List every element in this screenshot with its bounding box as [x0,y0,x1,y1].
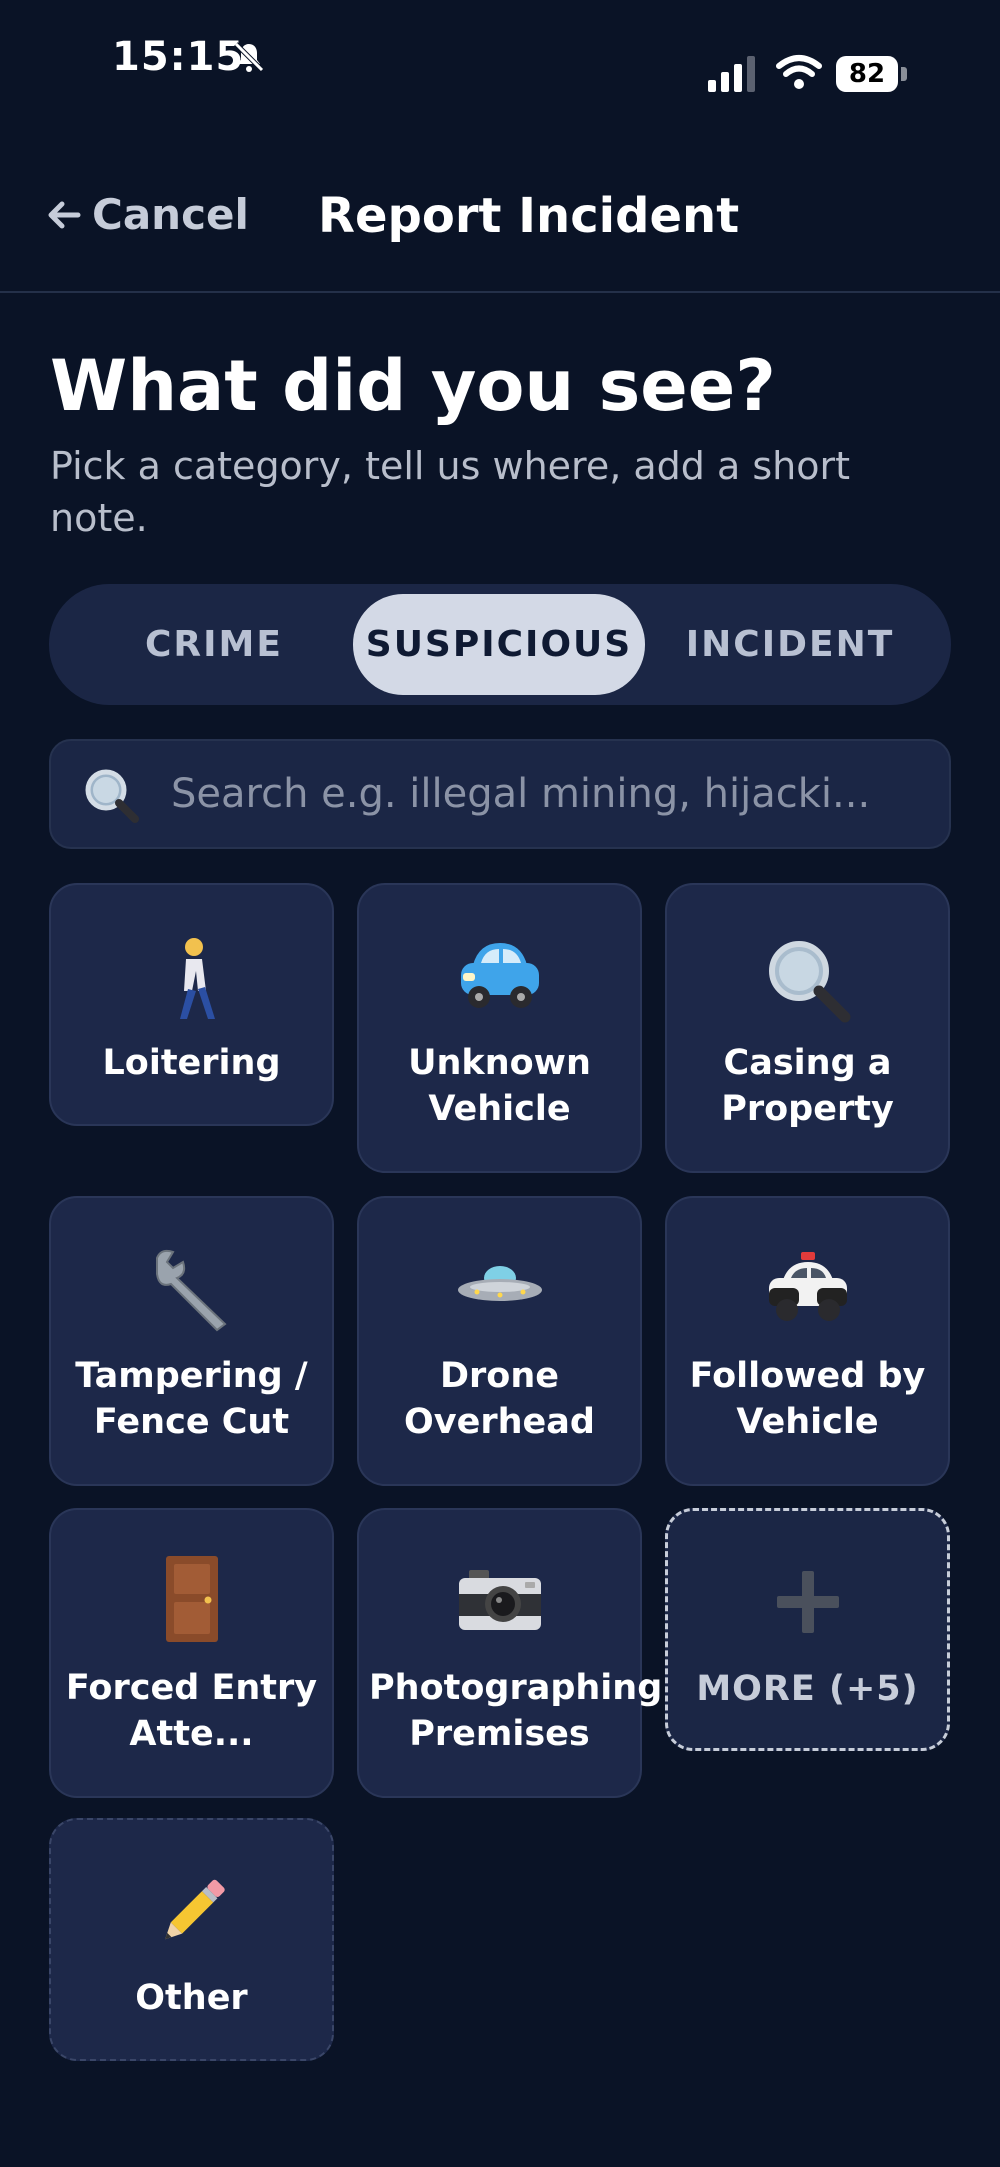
instructions-text: Pick a category, tell us where, add a sh… [50,444,851,540]
more-categories-button[interactable]: MORE (+5) [665,1508,950,1751]
cancel-button[interactable]: Cancel [46,190,249,239]
status-bar: 15:15 82 [0,0,1000,120]
category-followed-by-vehicle[interactable]: Followed by Vehicle [665,1196,950,1486]
more-label: MORE (+5) [696,1669,919,1709]
category-label: Followed by Vehicle [689,1356,926,1442]
battery-indicator: 82 [836,56,908,92]
arrow-left-icon [48,201,81,228]
category-other[interactable]: Other [49,1818,334,2061]
wrench-icon [51,1244,332,1334]
battery-level: 82 [836,56,898,92]
plus-icon [668,1567,947,1637]
magnifier-icon [667,935,948,1025]
category-label: Loitering [102,1043,281,1083]
category-label: Tampering / Fence Cut [75,1356,308,1442]
search-input[interactable] [171,741,931,847]
tab-crime[interactable]: CRIME [89,594,339,695]
magnifier-icon [85,769,139,823]
category-loitering[interactable]: Loitering [49,883,334,1126]
police-car-icon [667,1248,948,1328]
battery-cap [901,67,907,81]
category-label: Drone Overhead [404,1356,595,1442]
category-label: Other [135,1978,248,2018]
header-divider [0,291,1000,293]
bell-muted-icon [234,42,264,72]
ufo-icon [359,1248,640,1328]
category-drone-overhead[interactable]: Drone Overhead [357,1196,642,1486]
tab-suspicious[interactable]: SUSPICIOUS [353,594,645,695]
category-tampering[interactable]: Tampering / Fence Cut [49,1196,334,1486]
question-heading: What did you see? [50,345,776,427]
category-tabs: CRIME SUSPICIOUS INCIDENT [49,584,951,705]
category-forced-entry[interactable]: Forced Entry Atte... [49,1508,334,1798]
person-walking-icon [51,935,332,1025]
door-icon [51,1554,332,1644]
category-photographing-premises[interactable]: Photographing Premises [357,1508,663,1798]
category-label: Casing a Property [721,1043,894,1129]
category-label: Forced Entry Atte... [65,1668,318,1754]
camera-icon [359,1560,640,1640]
cellular-signal-icon [708,56,755,92]
category-label: Unknown Vehicle [408,1043,591,1129]
category-casing-property[interactable]: Casing a Property [665,883,950,1173]
nav-header: Cancel Report Incident [0,170,1000,290]
wifi-icon [776,55,822,89]
cancel-label: Cancel [92,190,249,239]
pencil-icon [51,1866,332,1956]
category-label: Photographing Premises [369,1668,663,1754]
car-icon [359,935,640,1015]
search-bar [49,739,951,849]
category-unknown-vehicle[interactable]: Unknown Vehicle [357,883,642,1173]
status-time: 15:15 [112,34,245,80]
tab-incident[interactable]: INCIDENT [659,594,921,695]
page-title: Report Incident [318,188,740,244]
